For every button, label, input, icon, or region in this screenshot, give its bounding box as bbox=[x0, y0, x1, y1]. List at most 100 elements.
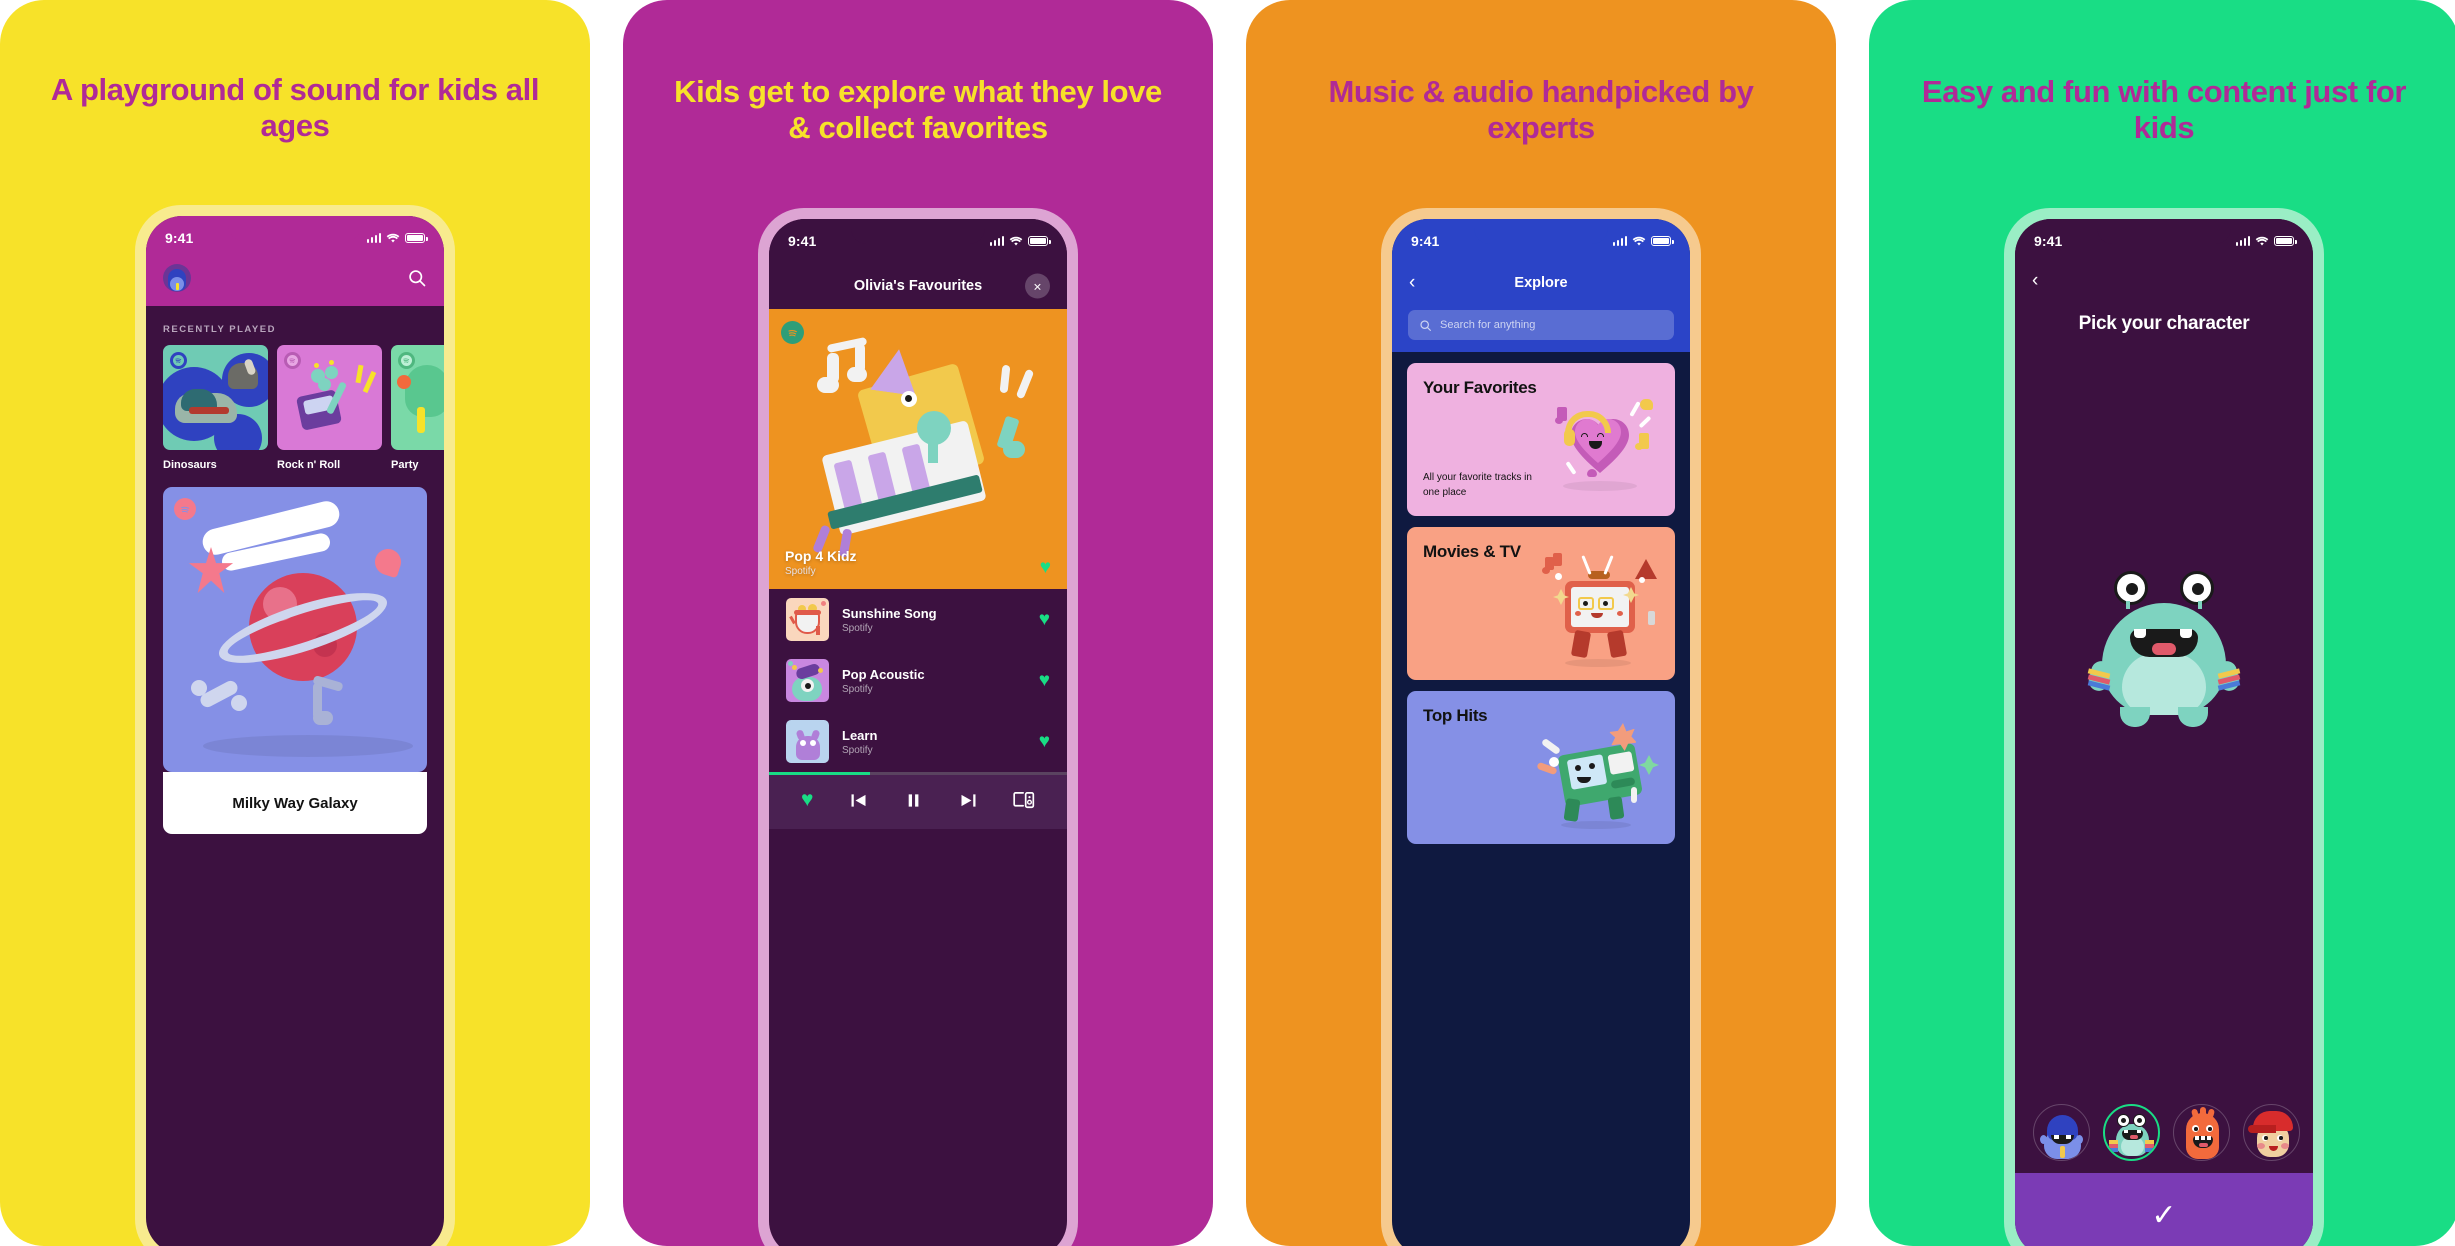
character-option-teal-monster[interactable] bbox=[2103, 1104, 2160, 1161]
spotify-badge-icon bbox=[398, 352, 415, 369]
close-icon[interactable]: × bbox=[1025, 273, 1050, 299]
tile-artwork bbox=[391, 345, 444, 450]
heart-icon[interactable]: ♥ bbox=[801, 788, 813, 812]
like-icon[interactable]: ♥ bbox=[1040, 558, 1051, 577]
track-row[interactable]: Pop Acoustic Spotify ♥ bbox=[769, 650, 1067, 711]
phone-mockup-1: 9:41 RECENTLY PLAYED Dinosaurs Rock n' R… bbox=[135, 205, 455, 1246]
phone-3-nav-row: ‹ Explore bbox=[1392, 263, 1690, 303]
track-meta: Pop Acoustic Spotify bbox=[842, 667, 1026, 695]
tile-party[interactable]: Party bbox=[391, 345, 444, 471]
status-time: 9:41 bbox=[788, 233, 817, 249]
tile-dinosaurs[interactable]: Dinosaurs bbox=[163, 345, 268, 471]
track-row[interactable]: Learn Spotify ♥ bbox=[769, 711, 1067, 772]
recently-played-row[interactable]: Dinosaurs Rock n' Roll Party bbox=[146, 345, 444, 471]
search-icon bbox=[1420, 319, 1431, 331]
notch bbox=[1474, 219, 1608, 244]
track-title: Learn bbox=[842, 727, 878, 743]
search-input[interactable]: Search for anything bbox=[1408, 310, 1674, 340]
phone-mockup-4: 9:41 ‹ Pick your character ✓ bbox=[2004, 208, 2324, 1246]
character-option-red-cap-kid[interactable] bbox=[2243, 1104, 2300, 1161]
avatar[interactable] bbox=[163, 264, 191, 292]
status-time: 9:41 bbox=[1411, 233, 1440, 249]
track-artwork bbox=[786, 598, 829, 641]
spotify-badge-icon bbox=[174, 498, 196, 520]
panel-2-headline: Kids get to explore what they love & col… bbox=[674, 74, 1162, 145]
cellular-signal-icon bbox=[1612, 236, 1627, 246]
notch bbox=[228, 216, 362, 241]
like-icon[interactable]: ♥ bbox=[1039, 671, 1050, 690]
battery-icon bbox=[2274, 236, 2297, 246]
track-subtitle: Spotify bbox=[842, 622, 873, 634]
status-icons bbox=[2235, 236, 2297, 247]
category-card-movies-tv[interactable]: Movies & TV bbox=[1407, 527, 1675, 680]
spotify-badge-icon bbox=[781, 321, 804, 344]
notch bbox=[851, 219, 985, 244]
panel-1-headline: A playground of sound for kids all ages bbox=[50, 72, 540, 143]
featured-card-artwork[interactable] bbox=[163, 487, 427, 772]
phone-3-topbar: 9:41 ‹ Explore Search for anything bbox=[1392, 219, 1690, 352]
connect-device-icon[interactable] bbox=[1013, 791, 1035, 810]
track-meta: Learn Spotify bbox=[842, 728, 1026, 756]
promo-panel-3: Music & audio handpicked by experts 9:41 bbox=[1246, 0, 1836, 1246]
spotify-badge-icon bbox=[170, 352, 187, 369]
search-placeholder: Search for anything bbox=[1440, 319, 1536, 331]
previous-icon[interactable] bbox=[848, 790, 869, 811]
track-meta: Sunshine Song Spotify bbox=[842, 606, 1026, 634]
track-title: Sunshine Song bbox=[842, 605, 937, 621]
search-icon[interactable] bbox=[407, 268, 427, 288]
status-icons bbox=[366, 233, 428, 244]
phone-1-nav-row bbox=[146, 260, 444, 292]
playback-progress-bar[interactable] bbox=[769, 772, 1067, 775]
hero-title: Pop 4 Kidz bbox=[785, 548, 857, 564]
pause-icon[interactable] bbox=[903, 790, 924, 811]
promo-panel-4: Easy and fun with content just for kids … bbox=[1869, 0, 2455, 1246]
tile-artwork bbox=[277, 345, 382, 450]
phone-4-screen: 9:41 ‹ Pick your character ✓ bbox=[2015, 219, 2313, 1246]
track-artwork bbox=[786, 720, 829, 763]
notch bbox=[2097, 219, 2231, 244]
page-title: Olivia's Favourites bbox=[853, 278, 983, 294]
status-time: 9:41 bbox=[2034, 233, 2063, 249]
tile-rock-n-roll[interactable]: Rock n' Roll bbox=[277, 345, 382, 471]
featured-card-title: Milky Way Galaxy bbox=[163, 772, 427, 834]
page-title: Pick your character bbox=[2078, 313, 2250, 334]
like-icon[interactable]: ♥ bbox=[1039, 732, 1050, 751]
wifi-icon bbox=[1009, 236, 1023, 245]
battery-icon bbox=[405, 233, 428, 243]
track-title: Pop Acoustic bbox=[842, 666, 925, 682]
wifi-icon bbox=[2255, 236, 2269, 245]
status-icons bbox=[989, 236, 1051, 247]
selected-character-preview bbox=[2064, 549, 2264, 749]
character-option-blue-monster[interactable] bbox=[2033, 1104, 2090, 1161]
category-card-top-hits[interactable]: Top Hits bbox=[1407, 691, 1675, 844]
phone-4-nav-row: ‹ bbox=[2015, 263, 2313, 299]
next-icon[interactable] bbox=[958, 790, 979, 811]
phone-2-title-row: Olivia's Favourites × bbox=[769, 263, 1067, 309]
hero-artwork[interactable]: Pop 4 Kidz Spotify ♥ bbox=[769, 309, 1067, 589]
confirm-button[interactable]: ✓ bbox=[2015, 1173, 2313, 1246]
category-card-your-favorites[interactable]: Your Favorites All your favorite tracks … bbox=[1407, 363, 1675, 516]
character-option-orange-monster[interactable] bbox=[2173, 1104, 2230, 1161]
category-subtitle: All your favorite tracks in one place bbox=[1423, 472, 1532, 498]
tile-label: Party bbox=[391, 459, 419, 471]
phone-1-topbar: 9:41 bbox=[146, 216, 444, 306]
phone-2-screen: 9:41 Olivia's Favourites × Pop 4 Kidz Sp… bbox=[769, 219, 1067, 1246]
status-icons bbox=[1612, 236, 1674, 247]
like-icon[interactable]: ♥ bbox=[1039, 610, 1050, 629]
track-row[interactable]: Sunshine Song Spotify ♥ bbox=[769, 589, 1067, 650]
hero-subtitle: Spotify bbox=[785, 566, 816, 577]
back-icon[interactable]: ‹ bbox=[1409, 272, 1415, 294]
panel-3-headline: Music & audio handpicked by experts bbox=[1328, 74, 1754, 145]
wifi-icon bbox=[1632, 236, 1646, 245]
promo-panel-2: Kids get to explore what they love & col… bbox=[623, 0, 1213, 1246]
character-picker-row[interactable] bbox=[2015, 1104, 2313, 1161]
tile-label: Rock n' Roll bbox=[277, 459, 341, 471]
back-icon[interactable]: ‹ bbox=[2032, 270, 2038, 292]
app-store-screenshot-gallery: A playground of sound for kids all ages … bbox=[0, 0, 2455, 1246]
promo-panel-1: A playground of sound for kids all ages … bbox=[0, 0, 590, 1246]
phone-3-screen: 9:41 ‹ Explore Search for anything Your … bbox=[1392, 219, 1690, 1246]
cellular-signal-icon bbox=[366, 233, 381, 243]
wifi-icon bbox=[386, 233, 400, 242]
phone-mockup-3: 9:41 ‹ Explore Search for anything Your … bbox=[1381, 208, 1701, 1246]
tile-label: Dinosaurs bbox=[163, 459, 217, 471]
